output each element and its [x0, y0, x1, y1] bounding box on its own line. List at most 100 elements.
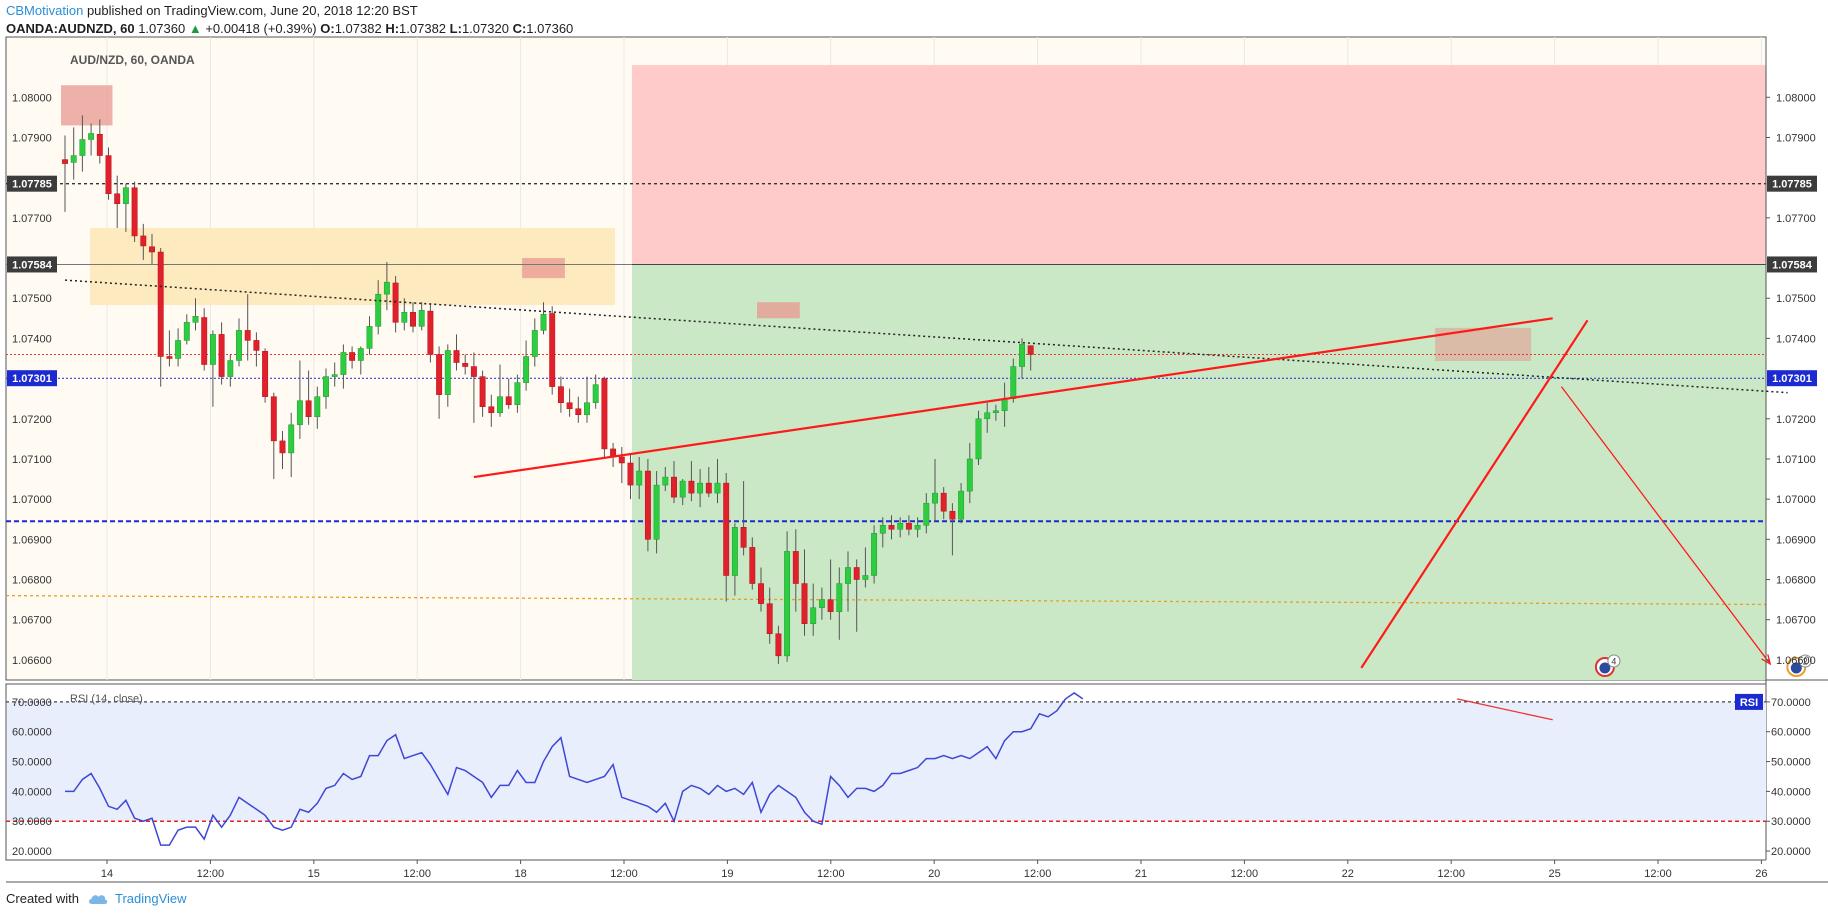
candle-body-up: [966, 458, 973, 492]
candle-body-up: [383, 281, 390, 295]
candle-body-up: [714, 482, 721, 494]
rsi-tick-label: 60.0000: [1771, 727, 1811, 739]
price-tick-label: 1.06700: [1776, 615, 1816, 627]
candle-body-up: [531, 330, 538, 357]
price-chart[interactable]: 42 1.080001.080001.079001.079001.077001.…: [0, 0, 1828, 919]
candle-body-up: [1010, 366, 1017, 399]
candle-body-down: [140, 235, 147, 247]
candle-body-down: [453, 350, 460, 363]
candle-body-down: [566, 402, 573, 409]
candle-body-down: [801, 583, 808, 624]
candle-body-up: [340, 352, 347, 375]
price-tick-label-left: 1.06600: [12, 655, 52, 667]
candle-body-up: [314, 396, 321, 418]
resistance-box: [61, 85, 113, 126]
price-tick-label-left: 1.06700: [12, 615, 52, 627]
price-tick-label-left: 1.07100: [12, 454, 52, 466]
price-tick-label-left: 1.07200: [12, 414, 52, 426]
price-badge-right: 1.07584: [1767, 256, 1817, 273]
candle-body-up: [497, 396, 503, 414]
candle-body-down: [644, 470, 651, 540]
candle: [644, 458, 651, 552]
candle-body-down: [853, 567, 860, 580]
rsi-tick-label-left: 70.0000: [12, 697, 52, 709]
candle-body-up: [418, 310, 425, 327]
candle-body-down: [627, 462, 634, 486]
rsi-badge: RSI: [1735, 693, 1763, 710]
candle-body-up: [871, 533, 878, 576]
candle-body-down: [888, 525, 895, 530]
price-tick-label-left: 1.06900: [12, 534, 52, 546]
rsi-tick-label-left: 40.0000: [12, 786, 52, 798]
price-tick-label: 1.07400: [1776, 333, 1816, 345]
price-tick-label-left: 1.06800: [12, 575, 52, 587]
candle-body-up: [897, 523, 904, 530]
candle-body-down: [262, 351, 269, 397]
candle-body-up: [236, 330, 242, 361]
candle-body-up: [697, 482, 704, 494]
candle-body-up: [784, 551, 791, 657]
candle-body-up: [192, 316, 199, 323]
price-tick-label: 1.07000: [1776, 494, 1816, 506]
candle-body-down: [131, 187, 138, 237]
rsi-band: [7, 701, 1766, 822]
candle-body-up: [984, 412, 991, 420]
candle-body-up: [122, 187, 129, 205]
candle-body-up: [1019, 344, 1025, 367]
candle-body-down: [436, 354, 443, 395]
candle: [427, 304, 434, 363]
candle-body-down: [305, 400, 312, 418]
candle-body-down: [488, 406, 495, 414]
tradingview-brand: TradingView: [114, 891, 187, 906]
candle-body-up: [810, 607, 817, 624]
time-tick-label: 12:00: [403, 868, 431, 880]
price-tick-label-left: 1.07500: [12, 293, 52, 305]
candle-body-up: [88, 133, 95, 140]
candle-body-down: [462, 363, 469, 367]
candle-body-up: [444, 350, 451, 395]
candle: [131, 181, 138, 242]
candle-body-up: [818, 599, 825, 608]
candle-body-down: [940, 492, 947, 512]
tradingview-link[interactable]: TradingView: [87, 891, 187, 906]
candle-body-down: [549, 313, 556, 387]
price-tick-label: 1.07900: [1776, 132, 1816, 144]
candle-body-up: [183, 322, 190, 341]
candle-body-down: [740, 527, 747, 548]
price-tick-label-left: 1.07000: [12, 494, 52, 506]
price-tick-label: 1.07200: [1776, 414, 1816, 426]
candle-body-down: [705, 482, 712, 494]
candle-body-down: [279, 440, 286, 454]
candle: [201, 308, 208, 371]
time-tick-label: 12:00: [1437, 868, 1465, 880]
candle-body-up: [914, 525, 921, 530]
candle-body-down: [688, 480, 695, 494]
candle-body-down: [218, 334, 225, 377]
candle-body-up: [79, 139, 86, 156]
candle-body-down: [479, 376, 486, 407]
event-count: 4: [1611, 657, 1616, 667]
candle-body-up: [514, 382, 521, 405]
candle-body-down: [166, 356, 173, 359]
candle-body-up: [862, 575, 869, 580]
candle-body-down: [157, 251, 164, 357]
time-tick-label: 12:00: [197, 868, 225, 880]
candle-body-up: [923, 502, 930, 526]
resistance-box: [757, 302, 800, 319]
price-tick-label: 1.07700: [1776, 213, 1816, 225]
candle-body-down: [392, 282, 399, 323]
price-tick-label: 1.08000: [1776, 92, 1816, 104]
candle: [975, 410, 982, 465]
time-tick-label: 12:00: [1024, 868, 1052, 880]
chart-symbol-overlay: AUD/NZD, 60, OANDA: [70, 53, 195, 67]
candle-body-up: [540, 314, 547, 331]
candle-body-down: [1027, 345, 1034, 355]
candle-body-down: [949, 510, 956, 520]
price-tick-label: 1.07500: [1776, 293, 1816, 305]
rsi-tick-label: 70.0000: [1771, 697, 1811, 709]
price-badge-text: 1.07785: [12, 179, 52, 191]
time-tick-label: 25: [1548, 868, 1560, 880]
candle-body-down: [575, 408, 582, 416]
candle-body-up: [323, 376, 329, 397]
candle-body-down: [201, 317, 208, 365]
